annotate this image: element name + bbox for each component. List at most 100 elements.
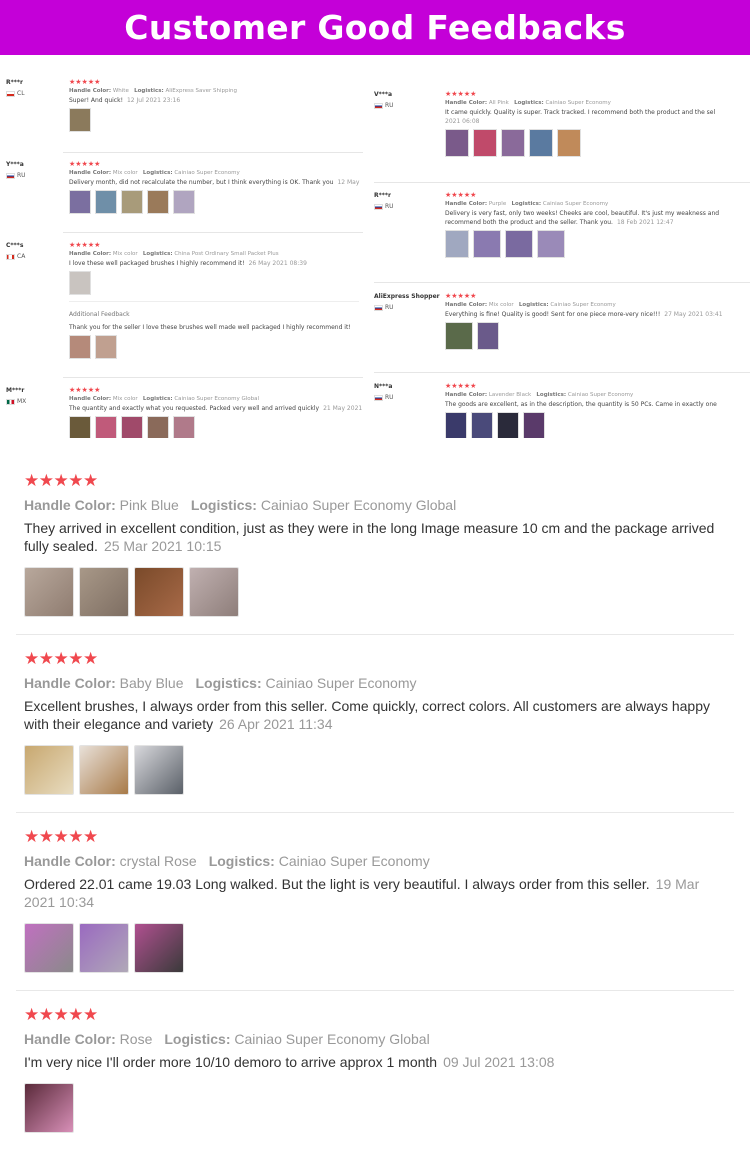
review-date: 2021 06:08 [445, 118, 480, 125]
review-photo[interactable] [477, 322, 499, 350]
review-date: 26 Apr 2021 11:34 [219, 716, 333, 732]
rating-stars: ★★★★★ [24, 649, 98, 668]
review-photo[interactable] [24, 567, 74, 617]
flag-icon [6, 172, 15, 179]
rating-stars: ★★★★★ [24, 827, 98, 846]
review-photo[interactable] [79, 567, 129, 617]
review-meta: Handle Color: Pink Blue Logistics: Cainia… [24, 497, 457, 513]
divider [374, 182, 750, 183]
rating-stars: ★★★★★ [445, 382, 477, 390]
reviewer-name: V***a [374, 91, 393, 98]
review-photo[interactable] [121, 190, 143, 214]
divider [16, 990, 734, 991]
review-item: ★★★★★ Handle Color: Pink Blue Logistics: … [24, 471, 734, 617]
review-photo[interactable] [445, 322, 473, 350]
review-photo[interactable] [69, 108, 91, 132]
review-collage: R***r CL ★★★★★ Handle Color: White Logis… [0, 66, 750, 438]
review-photo[interactable] [24, 745, 74, 795]
review-photo[interactable] [69, 190, 91, 214]
review-meta: Handle Color: Mix color Logistics: China… [69, 251, 279, 257]
review-photo[interactable] [473, 129, 497, 157]
review-photo[interactable] [121, 416, 143, 438]
reviewer-name: R***r [6, 79, 23, 86]
divider [374, 372, 750, 373]
rating-stars: ★★★★★ [445, 191, 477, 199]
banner-title: Customer Good Feedbacks [124, 8, 626, 47]
review-photo[interactable] [69, 335, 91, 359]
rating-stars: ★★★★★ [24, 471, 98, 490]
review-photo[interactable] [189, 567, 239, 617]
reviewer-country: CL [6, 89, 25, 98]
review-date: 25 Mar 2021 10:15 [103, 538, 222, 554]
reviewer-name: R***r [374, 192, 391, 199]
divider [374, 282, 750, 283]
review-photo[interactable] [497, 412, 519, 438]
review-text: The quantity and exactly what you reques… [69, 405, 363, 412]
review-item: ★★★★★ Handle Color: crystal Rose Logistic… [24, 827, 734, 973]
rating-stars: ★★★★★ [445, 90, 477, 98]
additional-feedback-text: Thank you for the seller I love these br… [69, 324, 351, 331]
review-photo[interactable] [24, 1083, 74, 1133]
review-text: Everything is fine! Quality is good! Sen… [445, 311, 723, 318]
review-item: ★★★★★ Handle Color: Baby Blue Logistics: … [24, 649, 734, 795]
review-photo[interactable] [173, 416, 195, 438]
small-review: N***a RU ★★★★★ Handle Color: Lavender Bl… [374, 382, 750, 438]
review-photo[interactable] [147, 416, 169, 438]
review-meta: Handle Color: Mix color Logistics: Caini… [69, 170, 240, 176]
review-photo[interactable] [79, 923, 129, 973]
reviewer-country: RU [374, 393, 394, 402]
review-photo[interactable] [529, 129, 553, 157]
review-photo[interactable] [79, 745, 129, 795]
reviewer-country: RU [6, 171, 26, 180]
review-text: They arrived in excellent condition, jus… [24, 520, 715, 554]
review-text: It came quickly. Quality is super. Track… [445, 109, 716, 116]
small-review: AliExpress Shopper RU ★★★★★ Handle Color… [374, 292, 750, 367]
review-text: Super! And quick! 12 Jul 2021 23:16 [69, 97, 181, 104]
review-photo[interactable] [473, 230, 501, 258]
review-meta: Handle Color: crystal Rose Logistics: Cai… [24, 853, 430, 869]
review-date: 09 Jul 2021 13:08 [443, 1054, 555, 1070]
review-photo[interactable] [134, 923, 184, 973]
review-text: Excellent brushes, I always order from t… [24, 698, 710, 732]
divider [63, 152, 363, 153]
rating-stars: ★★★★★ [69, 160, 101, 168]
review-photo[interactable] [134, 745, 184, 795]
review-text: I'm very nice I'll order more 10/10 demo… [24, 1054, 555, 1070]
review-text: The goods are excellent, as in the descr… [445, 401, 717, 408]
review-meta: Handle Color: White Logistics: AliExpres… [69, 88, 238, 94]
divider [16, 812, 734, 813]
flag-icon [374, 304, 383, 311]
review-photo[interactable] [147, 190, 169, 214]
review-photo[interactable] [24, 923, 74, 973]
banner: Customer Good Feedbacks [0, 0, 750, 55]
divider [63, 377, 363, 378]
review-photo[interactable] [445, 412, 467, 438]
review-photo[interactable] [95, 416, 117, 438]
divider [16, 634, 734, 635]
review-photo[interactable] [471, 412, 493, 438]
review-photo[interactable] [501, 129, 525, 157]
review-photo[interactable] [523, 412, 545, 438]
review-photo[interactable] [134, 567, 184, 617]
review-meta: Handle Color: Mix color Logistics: Caini… [445, 302, 616, 308]
review-photo[interactable] [445, 129, 469, 157]
review-meta: Handle Color: All Pink Logistics: Cainia… [445, 100, 611, 106]
small-review: V***a RU ★★★★★ Handle Color: All Pink Lo… [374, 90, 750, 170]
review-photo[interactable] [557, 129, 581, 157]
review-photo[interactable] [95, 335, 117, 359]
review-photo[interactable] [69, 271, 91, 295]
rating-stars: ★★★★★ [69, 386, 101, 394]
small-review: C***s CA ★★★★★ Handle Color: Mix color L… [6, 241, 364, 376]
flag-icon [6, 398, 15, 405]
review-photo[interactable] [537, 230, 565, 258]
review-text-continued: recommend both the product and the selle… [445, 219, 674, 226]
review-photo[interactable] [173, 190, 195, 214]
review-photo[interactable] [69, 416, 91, 438]
reviewer-name: N***a [374, 383, 393, 390]
review-photo[interactable] [505, 230, 533, 258]
review-photo[interactable] [445, 230, 469, 258]
small-review: M***r MX ★★★★★ Handle Color: Mix color L… [6, 386, 364, 438]
review-photo[interactable] [95, 190, 117, 214]
rating-stars: ★★★★★ [69, 78, 101, 86]
review-text: Delivery is very fast, only two weeks! C… [445, 210, 720, 217]
